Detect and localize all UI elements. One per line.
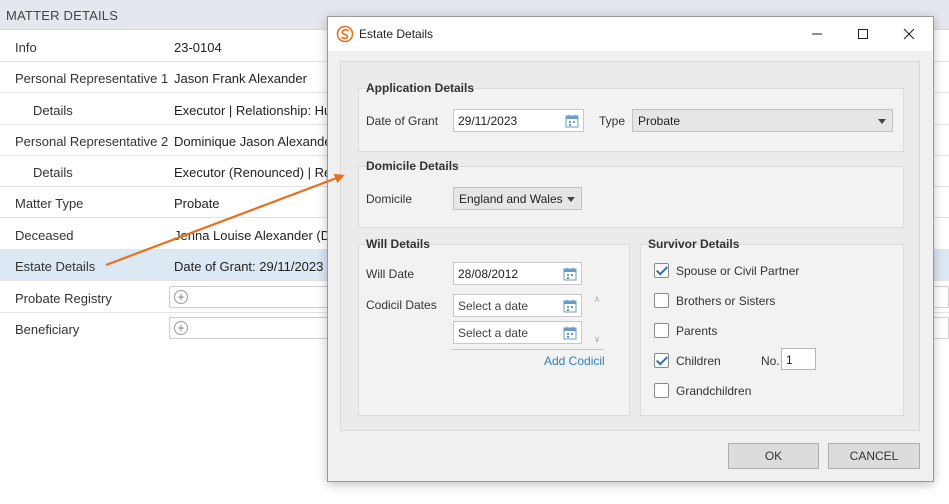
date-of-grant-input[interactable]: 29/11/2023: [453, 109, 584, 132]
grandchildren-label: Grandchildren: [676, 384, 752, 398]
close-icon: [903, 28, 915, 40]
row-label: Info: [15, 40, 37, 55]
codicil-date-placeholder: Select a date: [458, 299, 529, 313]
application-details-title: Application Details: [366, 81, 475, 95]
children-count-input[interactable]: 1: [781, 348, 816, 370]
row-label: Details: [33, 103, 73, 118]
spouse-checkbox[interactable]: [654, 263, 669, 278]
ok-button[interactable]: OK: [728, 443, 819, 469]
parents-label: Parents: [676, 324, 718, 338]
will-details-title: Will Details: [366, 237, 430, 251]
domicile-select-value: England and Wales: [459, 192, 563, 206]
children-checkbox[interactable]: [654, 353, 669, 368]
grandchildren-checkbox[interactable]: [654, 383, 669, 398]
maximize-button[interactable]: [840, 17, 886, 51]
chevron-down-icon: [878, 119, 886, 124]
chevron-down-icon[interactable]: ∨: [592, 334, 602, 344]
cancel-button[interactable]: CANCEL: [828, 443, 920, 469]
date-of-grant-label: Date of Grant: [366, 114, 439, 128]
matter-details-title: MATTER DETAILS: [6, 8, 119, 23]
type-label: Type: [599, 114, 626, 128]
siblings-checkbox[interactable]: [654, 293, 669, 308]
children-label: Children: [676, 354, 721, 368]
will-date-input[interactable]: 28/08/2012: [453, 262, 582, 285]
add-codicil-link[interactable]: Add Codicil: [544, 354, 605, 368]
maximize-icon: [858, 29, 868, 39]
codicil-date-input-2[interactable]: Select a date: [453, 321, 582, 344]
row-value: 23-0104: [174, 40, 222, 55]
row-value: Jason Frank Alexander: [174, 71, 307, 86]
row-value: Executor | Relationship: Hus: [174, 103, 334, 118]
children-no-label: No.: [761, 354, 780, 368]
calendar-icon[interactable]: [563, 299, 577, 313]
row-value: Executor (Renounced) | Rel: [174, 165, 334, 180]
type-select[interactable]: Probate: [632, 109, 893, 132]
plus-icon[interactable]: +: [174, 321, 188, 335]
chevron-down-icon: [567, 197, 575, 202]
will-date-label: Will Date: [366, 267, 415, 281]
plus-icon[interactable]: +: [174, 290, 188, 304]
minimize-button[interactable]: [794, 17, 840, 51]
domicile-select[interactable]: England and Wales: [453, 187, 582, 210]
dialog-title: Estate Details: [359, 27, 434, 41]
row-value: Probate: [174, 196, 220, 211]
will-date-value: 28/08/2012: [458, 267, 519, 281]
row-label: Personal Representative 2: [15, 134, 169, 149]
domicile-label: Domicile: [366, 192, 413, 206]
estate-details-dialog: Estate Details Application Details Date …: [327, 16, 934, 482]
codicil-date-input-1[interactable]: Select a date: [453, 294, 582, 317]
survivor-details-title: Survivor Details: [648, 237, 740, 251]
app-logo-icon: [336, 25, 354, 43]
row-label: Deceased: [15, 228, 74, 243]
row-label: Probate Registry: [15, 291, 112, 306]
dialog-content-panel: Application Details Date of Grant 29/11/…: [340, 61, 920, 431]
row-label: Matter Type: [15, 196, 84, 211]
row-label: Details: [33, 165, 73, 180]
row-label: Beneficiary: [15, 322, 80, 337]
codicil-dates-label: Codicil Dates: [366, 298, 437, 312]
spouse-label: Spouse or Civil Partner: [676, 264, 800, 278]
codicil-divider: [451, 349, 604, 350]
chevron-up-icon[interactable]: ∧: [592, 294, 602, 304]
parents-checkbox[interactable]: [654, 323, 669, 338]
domicile-details-title: Domicile Details: [366, 159, 459, 173]
dialog-titlebar[interactable]: Estate Details: [328, 17, 933, 51]
calendar-icon[interactable]: [563, 267, 577, 281]
row-label: Personal Representative 1: [15, 71, 169, 86]
calendar-icon[interactable]: [563, 326, 577, 340]
row-value: Jenna Louise Alexander (Da: [174, 228, 334, 243]
minimize-icon: [812, 33, 822, 35]
domicile-details-group: [358, 166, 904, 228]
row-value: Dominique Jason Alexande: [174, 134, 332, 149]
close-button[interactable]: [886, 17, 932, 51]
siblings-label: Brothers or Sisters: [676, 294, 776, 308]
row-label: Estate Details: [15, 259, 96, 274]
date-of-grant-value: 29/11/2023: [458, 114, 518, 128]
type-select-value: Probate: [638, 114, 681, 128]
row-value: Date of Grant: 29/11/2023: [174, 259, 324, 274]
codicil-scrollbar[interactable]: ∧ ∨: [590, 292, 604, 348]
codicil-date-placeholder: Select a date: [458, 326, 529, 340]
calendar-icon[interactable]: [565, 114, 579, 128]
children-count-value: 1: [786, 353, 793, 367]
